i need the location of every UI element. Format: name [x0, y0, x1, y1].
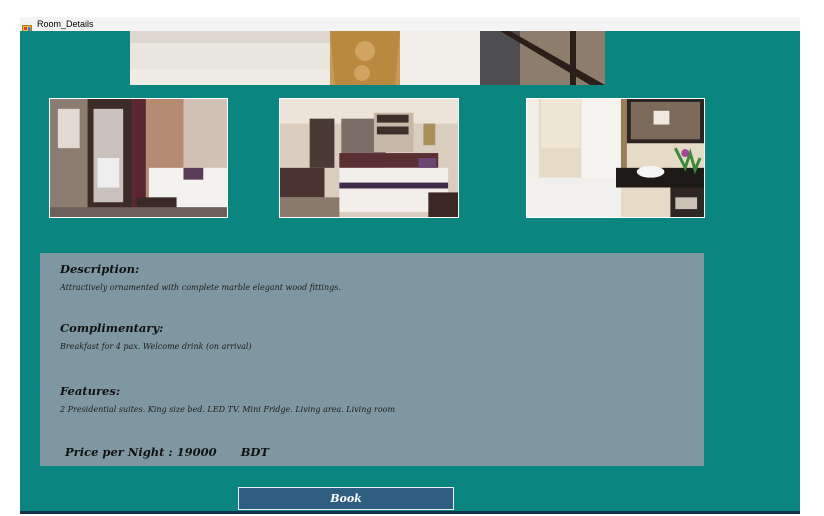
app-icon: [22, 19, 33, 33]
price-label: Price per Night : 19000: [65, 445, 217, 459]
book-button[interactable]: Book: [238, 487, 454, 510]
complimentary-text: Breakfast for 4 pax. Welcome drink (on a…: [60, 342, 252, 351]
features-heading: Features:: [60, 384, 121, 398]
features-text: 2 Presidential suites. King size bed. LE…: [60, 405, 396, 414]
description-text: Attractively ornamented with complete ma…: [60, 283, 341, 292]
room-details-window: Room_Details Description: Attractively o…: [0, 0, 824, 516]
complimentary-heading: Complimentary:: [60, 321, 164, 335]
price-currency: BDT: [240, 445, 269, 459]
room-details-panel: Description: Attractively ornamented wit…: [40, 253, 704, 466]
banner-photo: [130, 31, 605, 85]
title-bar[interactable]: Room_Details: [20, 17, 800, 33]
price-row: Price per Night : 19000 BDT: [65, 445, 269, 459]
room-photo-bedroom: [279, 98, 459, 218]
window-title: Room_Details: [37, 19, 94, 29]
room-photo-bathroom: [526, 98, 705, 218]
description-heading: Description:: [60, 262, 140, 276]
form-bottom-edge: [20, 511, 800, 514]
room-photo-mirror: [49, 98, 228, 218]
